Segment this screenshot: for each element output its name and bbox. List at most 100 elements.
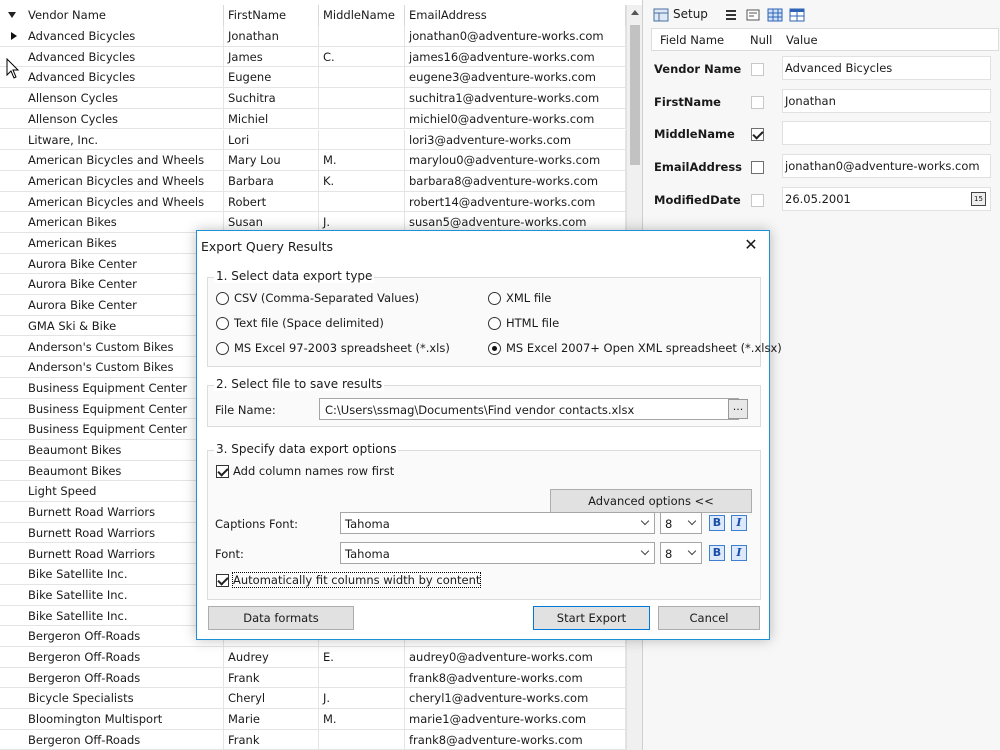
table-cell[interactable] (319, 108, 405, 129)
table-cell[interactable]: Bike Satellite Inc. (24, 605, 224, 626)
table-cell[interactable]: Frank (224, 729, 319, 750)
table-cell[interactable]: Litware, Inc. (24, 129, 224, 150)
table-cell[interactable] (319, 26, 405, 46)
table-cell[interactable] (319, 67, 405, 88)
table-cell[interactable]: Jonathan (224, 26, 319, 46)
null-checkbox[interactable] (751, 63, 764, 76)
font-select[interactable]: Tahoma (340, 542, 655, 564)
table-layout-button[interactable] (789, 5, 807, 25)
table-cell[interactable]: Bergeron Off-Roads (24, 626, 224, 647)
table-cell[interactable]: M. (319, 709, 405, 730)
scrollbar-thumb[interactable] (630, 25, 640, 165)
property-value-input[interactable]: jonathan0@adventure-works.com (782, 154, 991, 178)
table-cell[interactable]: GMA Ski & Bike (24, 315, 224, 336)
table-cell[interactable]: Lori (224, 129, 319, 150)
captions-italic-button[interactable]: I (731, 515, 747, 531)
table-cell[interactable]: cheryl1@adventure-works.com (405, 688, 626, 709)
table-cell[interactable]: frank8@adventure-works.com (405, 667, 626, 688)
captions-font-select[interactable]: Tahoma (340, 512, 655, 534)
table-cell[interactable]: Suchitra (224, 88, 319, 109)
table-cell[interactable]: lori3@adventure-works.com (405, 129, 626, 150)
column-header[interactable]: FirstName (224, 5, 319, 26)
table-cell[interactable]: American Bicycles and Wheels (24, 150, 224, 171)
table-cell[interactable]: marylou0@adventure-works.com (405, 150, 626, 171)
table-cell[interactable]: Anderson's Custom Bikes (24, 357, 224, 378)
table-cell[interactable] (319, 667, 405, 688)
table-cell[interactable]: james16@adventure-works.com (405, 46, 626, 67)
table-cell[interactable]: frank8@adventure-works.com (405, 729, 626, 750)
table-row[interactable]: Bloomington Multisport Marie M. marie1@adve… (0, 709, 626, 730)
table-cell[interactable]: Mary Lou (224, 150, 319, 171)
table-cell[interactable]: Aurora Bike Center (24, 253, 224, 274)
list-view-button[interactable] (723, 5, 741, 25)
column-header[interactable]: EmailAddress (405, 5, 626, 26)
captions-bold-button[interactable]: B (709, 515, 725, 531)
table-row[interactable]: American Bicycles and Wheels Barbara K. bar… (0, 170, 626, 192)
table-cell[interactable]: Bike Satellite Inc. (24, 584, 224, 605)
table-cell[interactable]: Bloomington Multisport (24, 709, 224, 730)
table-cell[interactable]: Advanced Bicycles (24, 67, 224, 88)
table-cell[interactable]: Bergeron Off-Roads (24, 729, 224, 750)
close-icon[interactable]: ✕ (741, 235, 761, 255)
table-cell[interactable]: Burnett Road Warriors (24, 522, 224, 543)
table-cell[interactable]: American Bicycles and Wheels (24, 170, 224, 191)
property-value-input[interactable]: Advanced Bicycles (782, 56, 991, 80)
table-cell[interactable]: michiel0@adventure-works.com (405, 108, 626, 129)
file-name-input[interactable]: C:\Users\ssmag\Documents\Find vendor con… (319, 398, 739, 420)
table-cell[interactable]: American Bikes (24, 233, 224, 253)
form-view-button[interactable] (745, 5, 763, 25)
table-row[interactable]: Advanced Bicycles Eugene eugene3@adventure… (0, 67, 626, 89)
table-cell[interactable]: Bicycle Specialists (24, 688, 224, 709)
null-checkbox[interactable] (751, 128, 764, 141)
table-cell[interactable]: Allenson Cycles (24, 88, 224, 109)
setup-button[interactable]: Setup (653, 5, 717, 25)
cancel-button[interactable]: Cancel (658, 606, 760, 630)
table-cell[interactable]: Advanced Bicycles (24, 26, 224, 46)
table-row[interactable]: Advanced Bicycles James C. james16@adventur… (0, 46, 626, 68)
table-cell[interactable]: Cheryl (224, 688, 319, 709)
null-checkbox[interactable] (751, 194, 764, 207)
table-cell[interactable]: Michiel (224, 108, 319, 129)
table-cell[interactable]: Eugene (224, 67, 319, 88)
table-cell[interactable]: Burnett Road Warriors (24, 502, 224, 523)
table-cell[interactable]: K. (319, 170, 405, 191)
grid-layout-button[interactable] (767, 5, 785, 25)
table-cell[interactable]: eugene3@adventure-works.com (405, 67, 626, 88)
table-cell[interactable]: Anderson's Custom Bikes (24, 336, 224, 357)
property-value-input[interactable]: Jonathan (782, 89, 991, 113)
table-cell[interactable]: Burnett Road Warriors (24, 543, 224, 564)
table-cell[interactable]: C. (319, 46, 405, 67)
table-cell[interactable] (319, 191, 405, 212)
start-export-button[interactable]: Start Export (533, 606, 650, 630)
table-cell[interactable]: Allenson Cycles (24, 108, 224, 129)
table-cell[interactable]: American Bicycles and Wheels (24, 191, 224, 212)
table-cell[interactable]: James (224, 46, 319, 67)
table-row[interactable]: Bergeron Off-Roads Audrey E. audrey0@advent… (0, 647, 626, 668)
table-cell[interactable]: Barbara (224, 170, 319, 191)
property-value-input[interactable] (782, 121, 991, 145)
table-cell[interactable]: Advanced Bicycles (24, 46, 224, 67)
table-row[interactable]: American Bicycles and Wheels Mary Lou M. ma… (0, 150, 626, 171)
table-row[interactable]: Bergeron Off-Roads Frank frank8@adventure-… (0, 729, 626, 750)
table-cell[interactable]: Beaumont Bikes (24, 440, 224, 460)
sort-descending-icon[interactable] (8, 12, 16, 18)
table-cell[interactable]: jonathan0@adventure-works.com (405, 26, 626, 46)
table-cell[interactable]: Business Equipment Center (24, 398, 224, 419)
advanced-options-button[interactable]: Advanced options << (550, 489, 752, 513)
table-cell[interactable] (319, 129, 405, 150)
table-cell[interactable]: E. (319, 647, 405, 667)
table-cell[interactable]: Bergeron Off-Roads (24, 647, 224, 667)
table-row[interactable]: Bergeron Off-Roads Frank frank8@adventure-… (0, 667, 626, 689)
table-cell[interactable]: Aurora Bike Center (24, 274, 224, 295)
data-formats-button[interactable]: Data formats (208, 606, 354, 630)
null-checkbox[interactable] (751, 161, 764, 174)
table-cell[interactable]: J. (319, 688, 405, 709)
table-row[interactable]: Advanced Bicycles Jonathan jonathan0@adven… (0, 26, 626, 47)
property-value-input[interactable]: 26.05.2001 15 (782, 187, 991, 211)
table-cell[interactable]: Light Speed (24, 481, 224, 502)
table-row[interactable]: Allenson Cycles Michiel michiel0@adventure… (0, 108, 626, 130)
table-row[interactable]: American Bicycles and Wheels Robert robert… (0, 191, 626, 213)
table-cell[interactable]: marie1@adventure-works.com (405, 709, 626, 730)
table-cell[interactable]: Business Equipment Center (24, 419, 224, 440)
table-row[interactable]: Bicycle Specialists Cheryl J. cheryl1@adven… (0, 688, 626, 710)
